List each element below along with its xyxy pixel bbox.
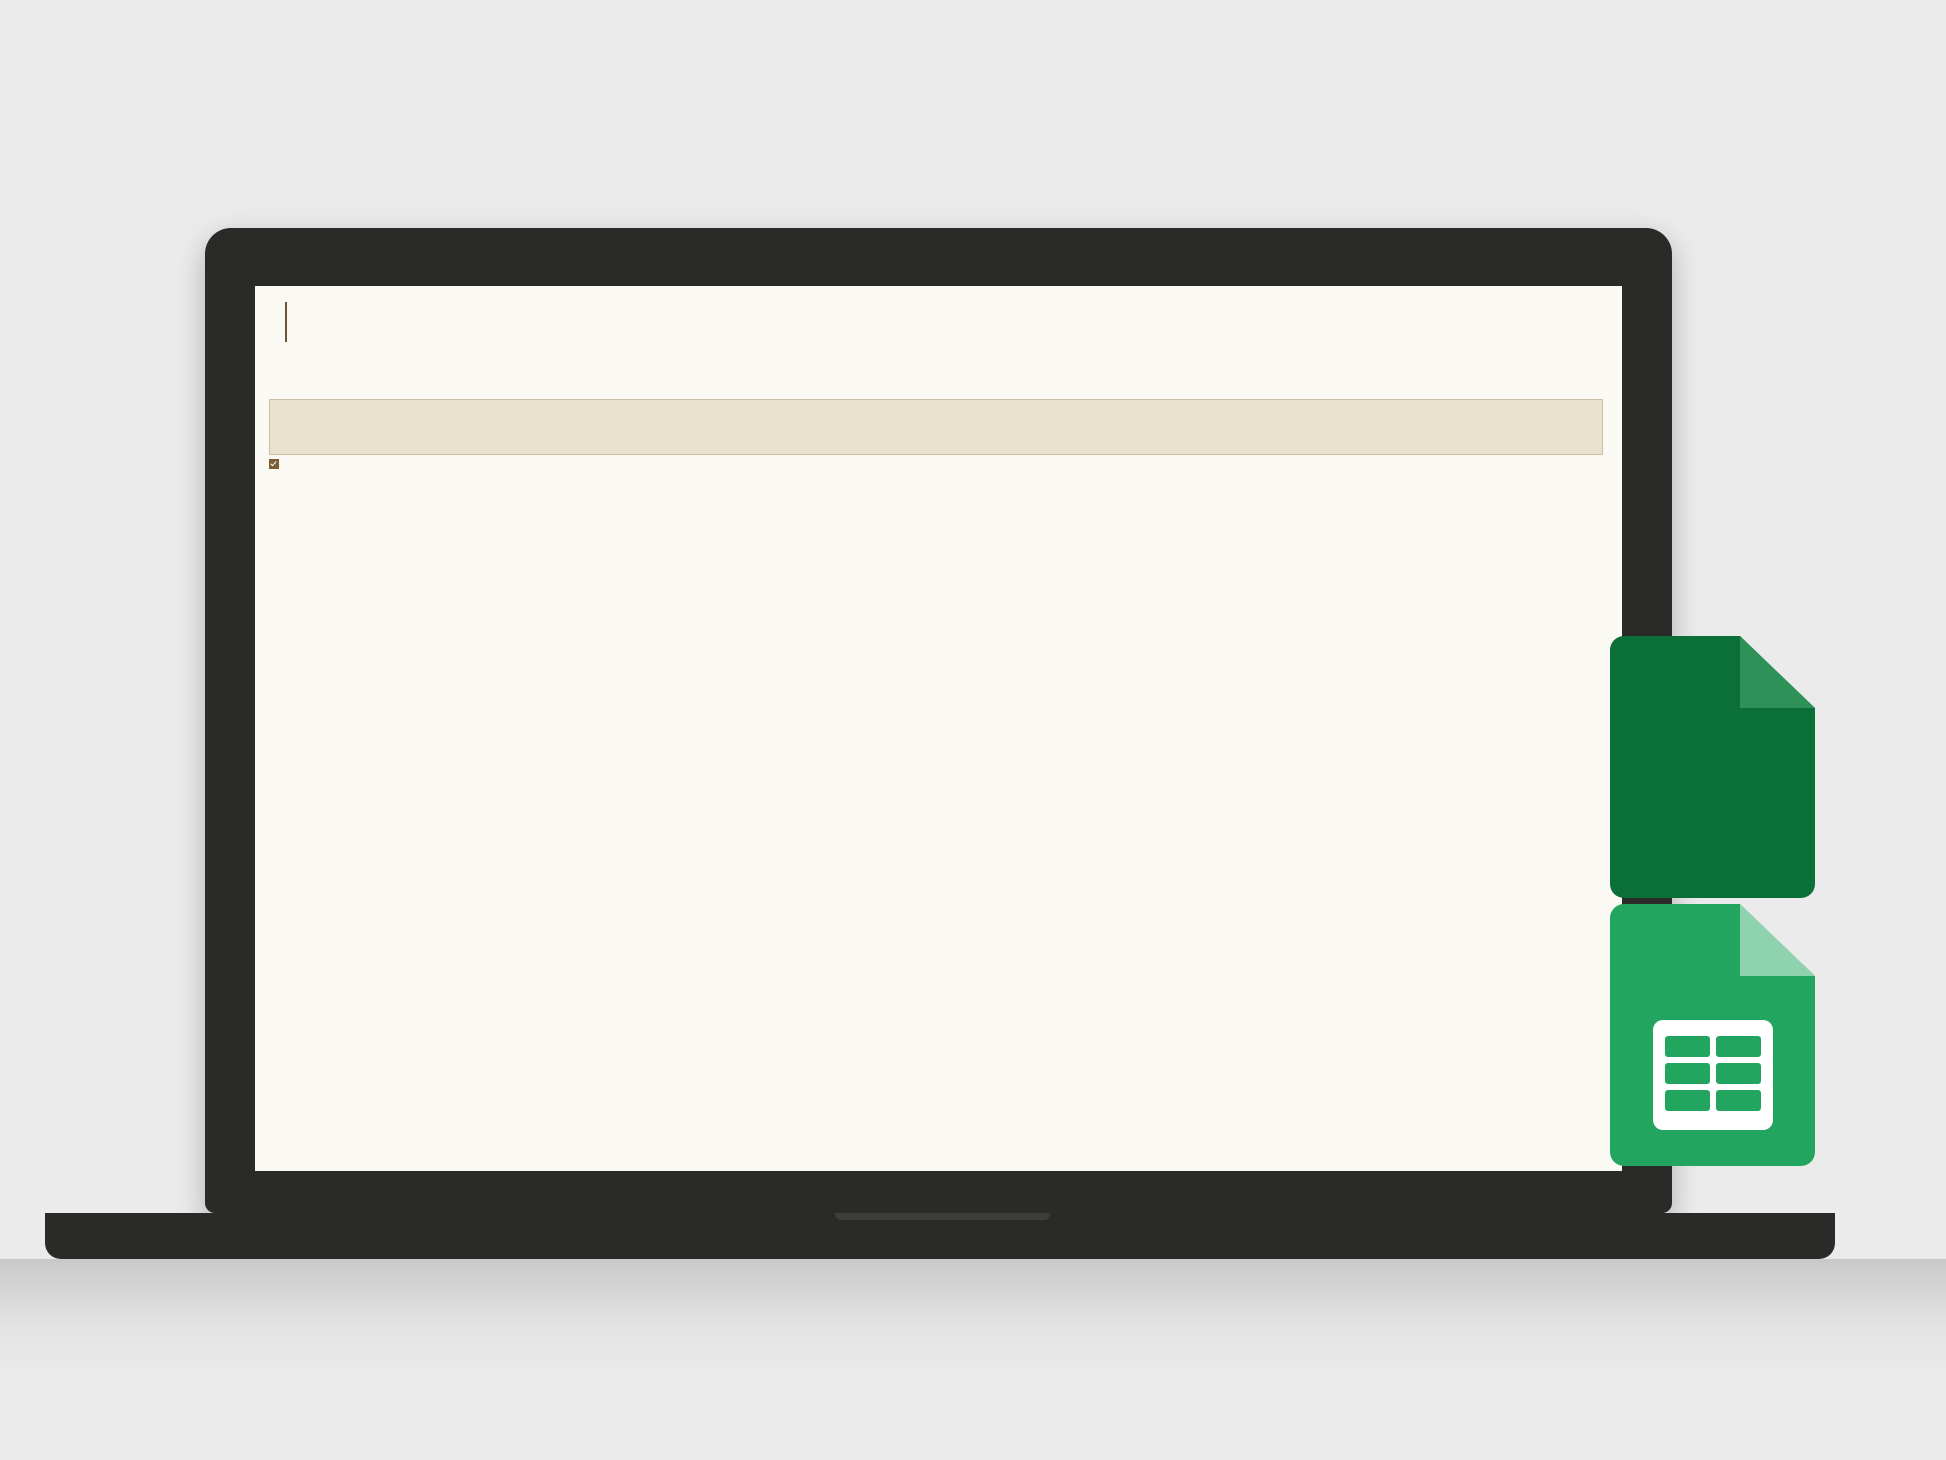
include-savings-toggle[interactable] <box>269 459 283 469</box>
spreadsheet-dashboard <box>255 286 1622 1171</box>
title-cursor-caret <box>285 302 287 342</box>
kpi-summary-bar <box>269 399 1603 455</box>
xls-file-icon <box>1610 636 1815 898</box>
laptop-shadow <box>0 1259 1946 1379</box>
sheets-file-badge[interactable] <box>1610 904 1815 1166</box>
laptop-trackpad-notch <box>835 1213 1050 1220</box>
dashboard-header <box>255 286 1622 342</box>
google-sheets-file-icon <box>1610 904 1815 1166</box>
screenshot-stage <box>0 0 1946 1460</box>
xls-file-badge[interactable] <box>1610 636 1815 898</box>
laptop-screen <box>255 286 1622 1171</box>
checkbox-icon[interactable] <box>269 459 279 469</box>
